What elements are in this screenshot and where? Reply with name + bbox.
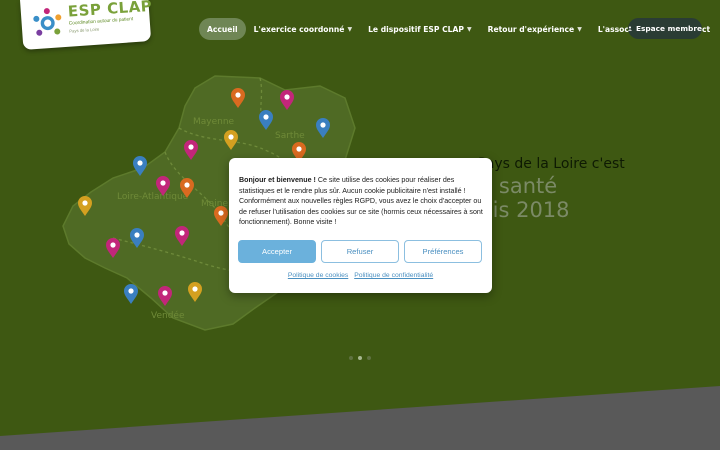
- privacy-policy-link[interactable]: Politique de confidentialité: [354, 272, 433, 279]
- cookie-preferences-button[interactable]: Préférences: [404, 240, 482, 263]
- cookie-consent-dialog: Bonjour et bienvenue ! Ce site utilise d…: [229, 158, 492, 293]
- cookie-message: Bonjour et bienvenue ! Ce site utilise d…: [239, 175, 484, 228]
- cookie-policy-link[interactable]: Politique de cookies: [288, 272, 348, 279]
- cookie-greeting: Bonjour et bienvenue !: [239, 176, 316, 184]
- accept-cookies-button[interactable]: Accepter: [238, 240, 316, 263]
- refuse-cookies-button[interactable]: Refuser: [321, 240, 399, 263]
- cookie-policy-links: Politique de cookies Politique de confid…: [229, 272, 492, 279]
